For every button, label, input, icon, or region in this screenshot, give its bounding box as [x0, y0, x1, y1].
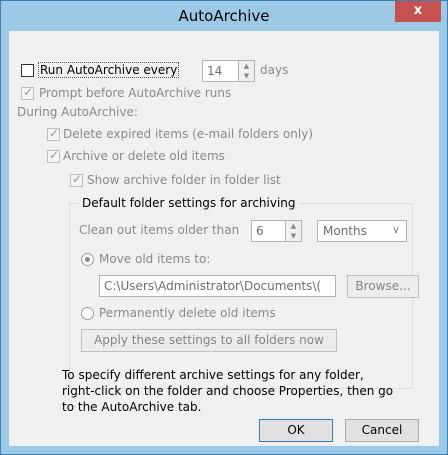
clean-out-label: Clean out items older than: [79, 223, 240, 237]
dialog-body: Run AutoArchive every 14 ▲ ▼ days Prompt…: [9, 31, 439, 446]
run-autoarchive-label[interactable]: Run AutoArchive every: [37, 62, 180, 78]
spin-up-icon[interactable]: ▲: [239, 61, 254, 71]
clean-out-unit-select[interactable]: Months ∨: [317, 220, 407, 242]
delete-expired-checkbox[interactable]: [47, 126, 60, 141]
days-interval-input[interactable]: 14: [202, 60, 240, 82]
info-line: right-click on the folder and choose Pro…: [62, 384, 394, 398]
move-old-items-label[interactable]: Move old items to:: [99, 252, 210, 266]
ok-button[interactable]: OK: [259, 419, 333, 442]
info-line: to the AutoArchive tab.: [62, 400, 202, 414]
during-autoarchive-label: During AutoArchive:: [17, 105, 138, 119]
clean-out-age-spinner[interactable]: ▲ ▼: [285, 220, 302, 242]
permanently-delete-radio[interactable]: [81, 307, 94, 320]
archive-old-label[interactable]: Archive or delete old items: [63, 149, 225, 163]
clean-out-age-input[interactable]: 6: [251, 220, 287, 242]
show-archive-folder-label[interactable]: Show archive folder in folder list: [87, 173, 281, 187]
delete-expired-label[interactable]: Delete expired items (e-mail folders onl…: [63, 127, 313, 141]
chevron-down-icon: ∨: [391, 223, 400, 236]
permanently-delete-label[interactable]: Permanently delete old items: [99, 306, 276, 320]
group-title: Default folder settings for archiving: [79, 196, 299, 210]
archive-path-input[interactable]: C:\Users\Administrator\Documents\(: [99, 275, 336, 297]
days-interval-spinner[interactable]: ▲ ▼: [238, 60, 255, 82]
close-button[interactable]: x: [395, 1, 441, 22]
spin-down-icon[interactable]: ▼: [239, 71, 254, 81]
spin-down-icon[interactable]: ▼: [286, 231, 301, 241]
prompt-before-label[interactable]: Prompt before AutoArchive runs: [39, 86, 231, 100]
browse-button[interactable]: Browse...: [347, 275, 419, 298]
dialog-title: AutoArchive: [178, 7, 270, 25]
cancel-button[interactable]: Cancel: [345, 419, 419, 442]
info-text: To specify different archive settings fo…: [62, 367, 412, 415]
run-autoarchive-checkbox[interactable]: [21, 64, 34, 77]
spin-up-icon[interactable]: ▲: [286, 221, 301, 231]
days-unit-label: days: [260, 63, 289, 77]
clean-out-unit-value: Months: [323, 224, 367, 238]
prompt-before-checkbox[interactable]: [21, 85, 34, 100]
move-old-items-radio[interactable]: [81, 253, 94, 266]
info-line: To specify different archive settings fo…: [62, 368, 364, 382]
apply-all-folders-button[interactable]: Apply these settings to all folders now: [81, 329, 337, 352]
show-archive-folder-checkbox[interactable]: [70, 172, 83, 187]
autoarchive-dialog: AutoArchive x Run AutoArchive every 14 ▲…: [0, 0, 448, 455]
archive-old-checkbox[interactable]: [47, 148, 60, 163]
title-bar: AutoArchive x: [1, 1, 447, 31]
